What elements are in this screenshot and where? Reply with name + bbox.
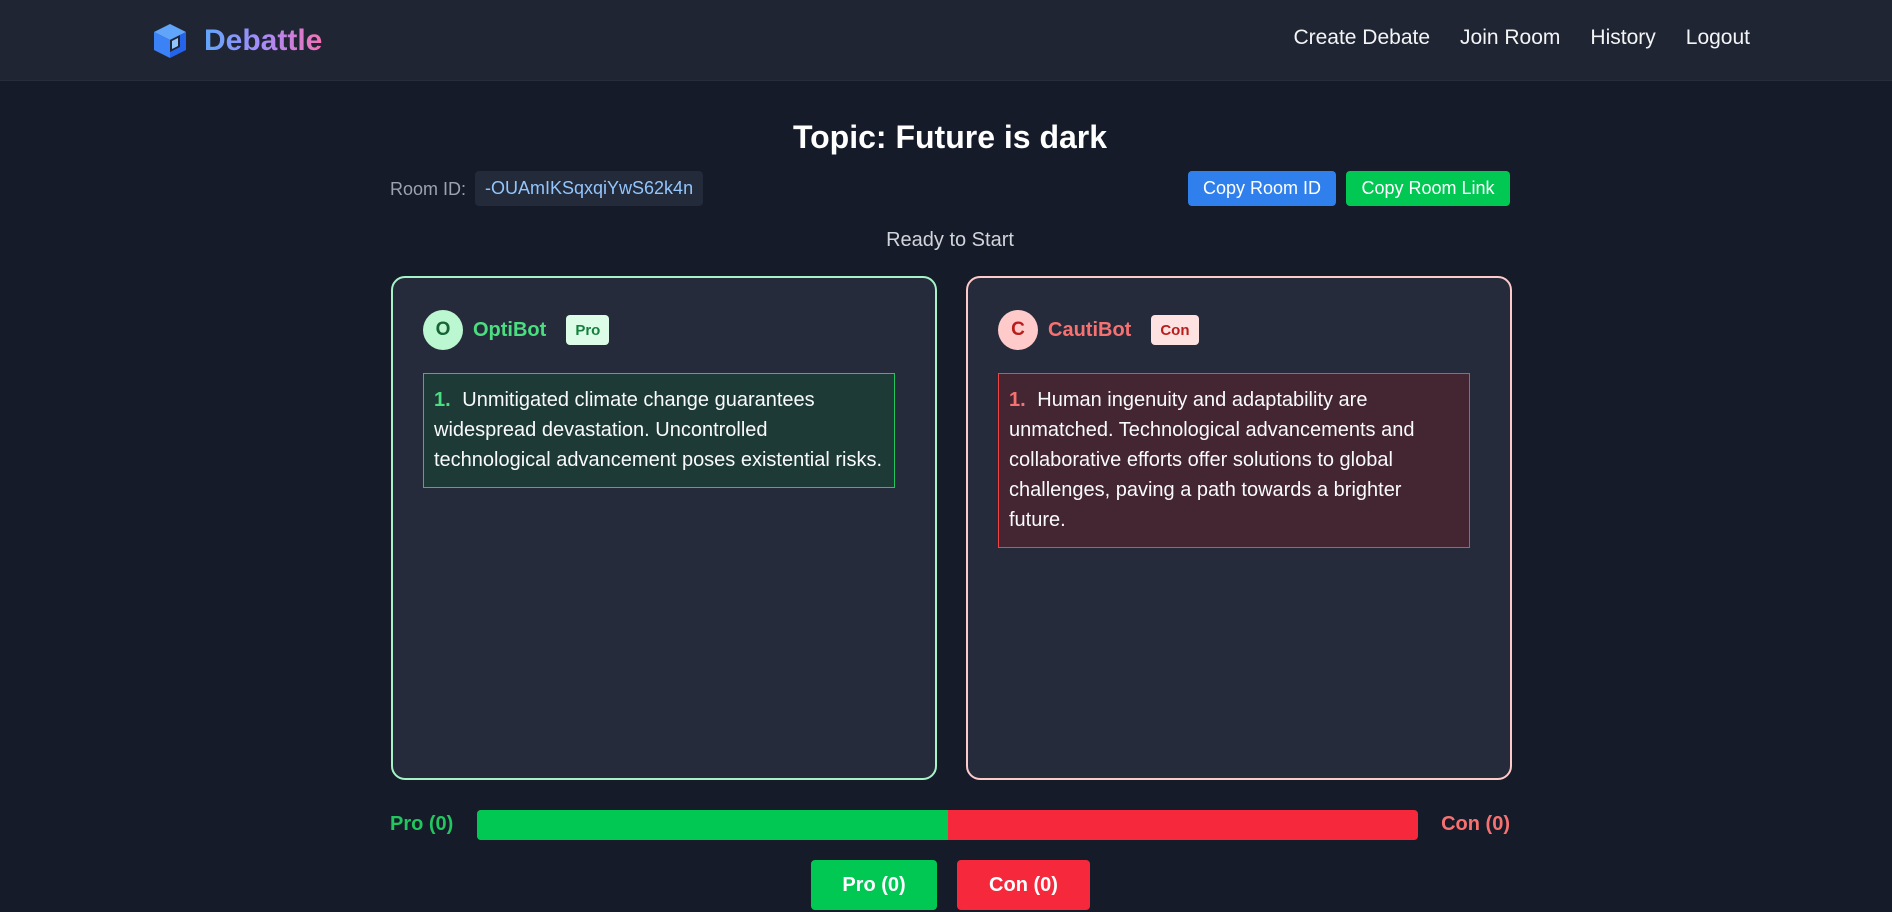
nav-links: Create Debate Join Room History Logout (1293, 26, 1750, 50)
argument-number: 1. (434, 389, 451, 411)
room-info-row: Room ID: -OUAmIKSqxqiYwS62k4n Copy Room … (390, 171, 1510, 207)
room-id-value: -OUAmIKSqxqiYwS62k4n (475, 171, 704, 206)
argument-text: Unmitigated climate change guarantees wi… (434, 389, 883, 471)
vote-con-button[interactable]: Con (0) (957, 860, 1090, 910)
con-panel: C CautiBot Con 1. Human ingenuity and ad… (966, 276, 1512, 780)
pro-side-badge: Pro (566, 315, 610, 345)
copy-room-link-button[interactable]: Copy Room Link (1346, 171, 1510, 206)
debate-topic: Topic: Future is dark (792, 119, 1108, 155)
cube-icon (154, 24, 186, 58)
brand-name: Debattle (204, 24, 323, 57)
pro-argument: 1. Unmitigated climate change guarantees… (423, 373, 895, 488)
copy-room-id-button[interactable]: Copy Room ID (1188, 171, 1336, 206)
pro-vote-count: Pro (0) (390, 813, 454, 835)
nav-logout[interactable]: Logout (1686, 26, 1750, 50)
con-bot-name: CautiBot (1048, 318, 1132, 341)
nav-create-debate[interactable]: Create Debate (1293, 26, 1430, 50)
nav-history[interactable]: History (1590, 26, 1655, 50)
pro-bot-header: O OptiBot Pro (423, 310, 610, 350)
vote-pro-button[interactable]: Pro (0) (811, 860, 937, 910)
argument-text: Human ingenuity and adaptability are unm… (1009, 389, 1415, 531)
pro-panel: O OptiBot Pro 1. Unmitigated climate cha… (391, 276, 937, 780)
vote-ratio-bar (477, 810, 1418, 840)
debate-status: Ready to Start (886, 229, 1014, 251)
con-argument: 1. Human ingenuity and adaptability are … (998, 373, 1470, 548)
pro-bot-name: OptiBot (473, 318, 547, 341)
con-vote-count: Con (0) (1441, 813, 1510, 835)
con-side-badge: Con (1151, 315, 1199, 345)
con-avatar: C (998, 310, 1038, 350)
room-id-label: Room ID: (390, 179, 467, 199)
brand-logo[interactable]: Debattle (150, 20, 322, 62)
top-navbar: Debattle Create Debate Join Room History… (0, 0, 1892, 81)
pro-avatar: O (423, 310, 463, 350)
nav-join-room[interactable]: Join Room (1460, 26, 1560, 50)
con-bot-header: C CautiBot Con (998, 310, 1199, 350)
argument-number: 1. (1009, 389, 1026, 411)
vote-bar-pro-fill (477, 810, 948, 840)
